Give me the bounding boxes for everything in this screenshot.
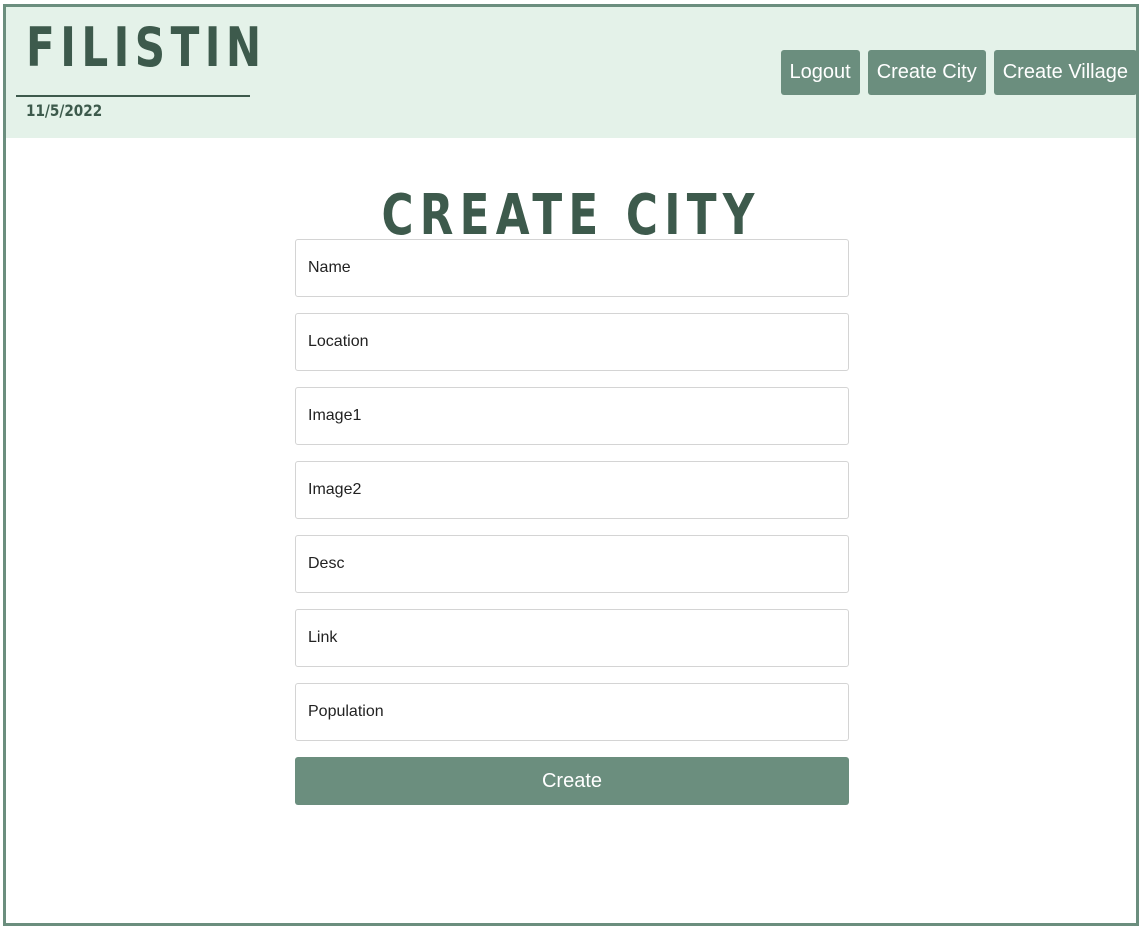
app-frame: FILISTIN 11/5/2022 Logout Create City Cr… — [3, 4, 1139, 926]
nav-bar: Logout Create City Create Village — [780, 50, 1136, 95]
page-title-text: CREATE CITY — [381, 182, 761, 248]
name-input[interactable] — [295, 239, 849, 297]
link-input[interactable] — [295, 609, 849, 667]
image1-input[interactable] — [295, 387, 849, 445]
create-city-button[interactable]: Create City — [867, 50, 986, 95]
brand-underline — [16, 95, 250, 97]
logout-button[interactable]: Logout — [780, 50, 860, 95]
current-date: 11/5/2022 — [26, 101, 103, 120]
desc-input[interactable] — [295, 535, 849, 593]
create-village-button[interactable]: Create Village — [993, 50, 1136, 95]
brand-logo[interactable]: FILISTIN — [26, 21, 267, 75]
image2-input[interactable] — [295, 461, 849, 519]
header: FILISTIN 11/5/2022 Logout Create City Cr… — [6, 7, 1136, 138]
population-input[interactable] — [295, 683, 849, 741]
create-button[interactable]: Create — [295, 757, 849, 805]
location-input[interactable] — [295, 313, 849, 371]
page-title: CREATE CITY — [6, 182, 1136, 248]
create-city-form: Create — [295, 239, 849, 805]
